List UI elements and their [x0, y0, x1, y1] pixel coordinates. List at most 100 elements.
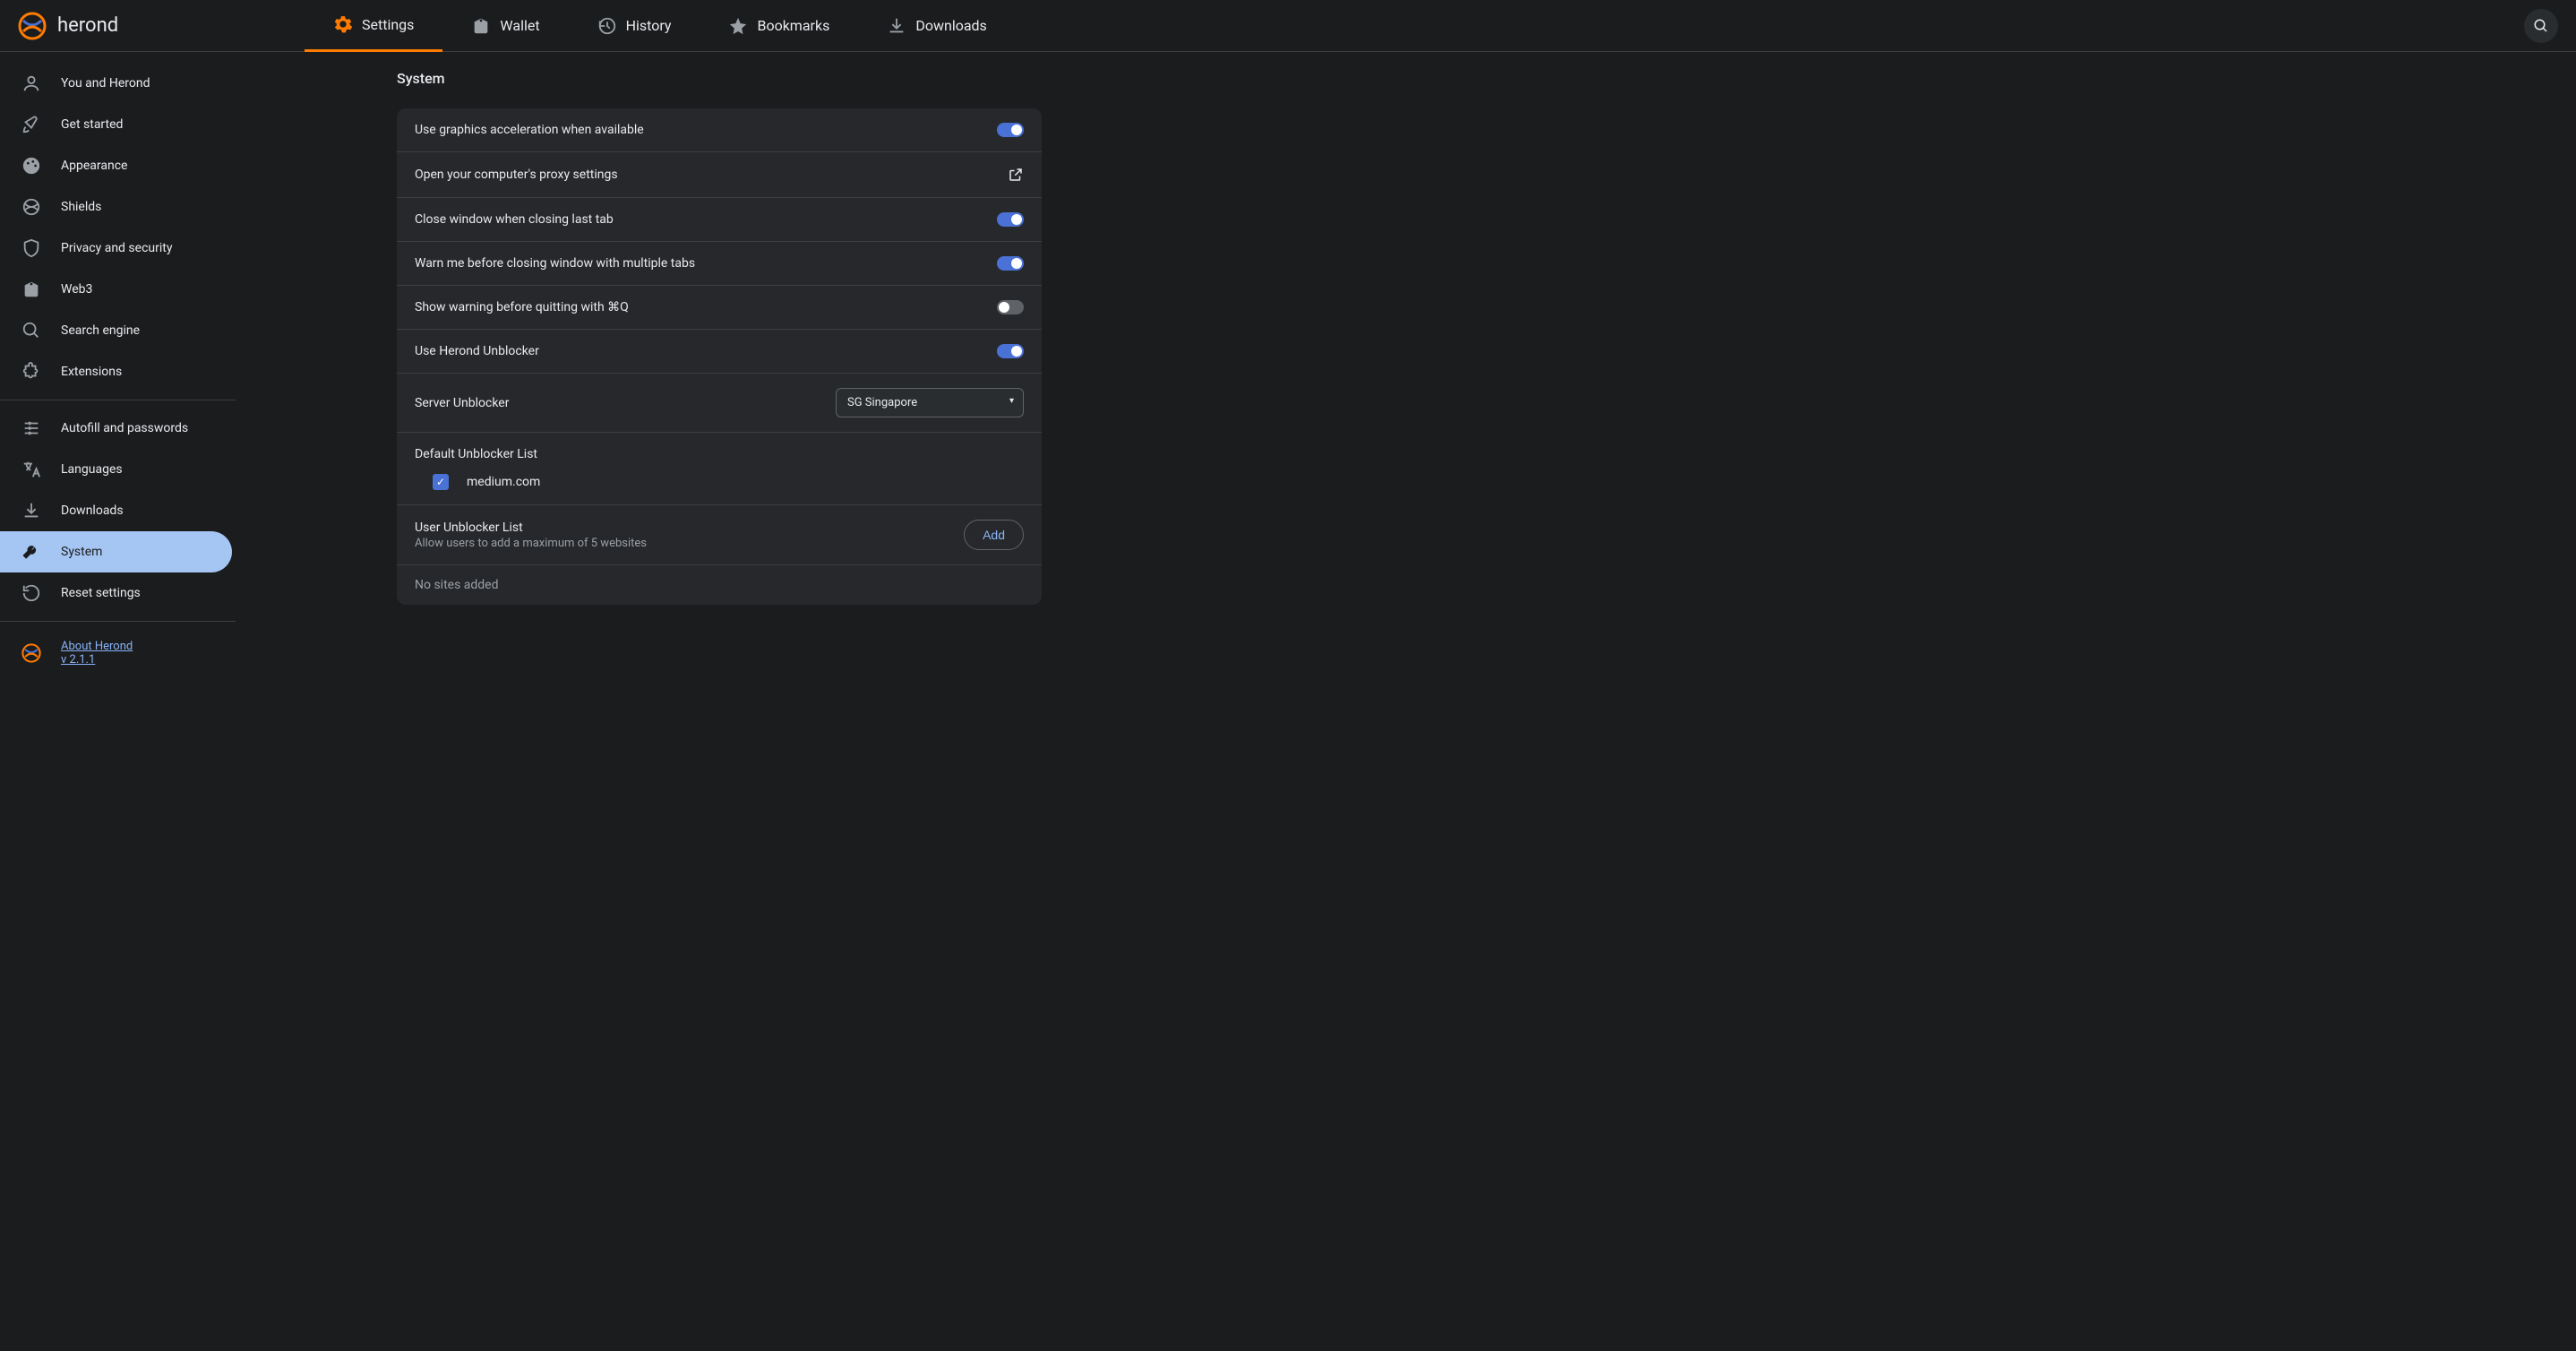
sidebar: You and Herond Get started Appearance Shiel… [0, 52, 236, 1351]
setting-label: Server Unblocker [415, 396, 509, 410]
about-link[interactable]: About Herond [61, 640, 133, 653]
extension-icon [21, 362, 41, 382]
search-icon [2533, 18, 2549, 34]
download-icon [21, 501, 41, 521]
sidebar-item-label: Reset settings [61, 586, 141, 600]
wallet-icon [471, 16, 491, 36]
toggle-knob [1011, 214, 1022, 225]
tab-label: Settings [362, 16, 414, 33]
wrench-icon [21, 542, 41, 562]
sidebar-item-label: Extensions [61, 365, 122, 379]
toggle[interactable] [997, 300, 1024, 314]
user-unblocker-subtitle: Allow users to add a maximum of 5 websit… [415, 537, 647, 550]
sidebar-about: About Herondv 2.1.1 [0, 629, 236, 677]
history-icon [597, 16, 617, 36]
setting-label: Use graphics acceleration when available [415, 123, 644, 137]
search-button[interactable] [2524, 9, 2558, 43]
sidebar-item-privacy-and-security[interactable]: Privacy and security [0, 228, 232, 269]
user-unblocker-header: User Unblocker List Allow users to add a … [397, 505, 1042, 565]
server-select[interactable]: SG Singapore [836, 388, 1024, 417]
toggle[interactable] [997, 212, 1024, 227]
sidebar-divider [0, 621, 236, 622]
version-link[interactable]: v 2.1.1 [61, 653, 133, 667]
tab-bookmarks[interactable]: Bookmarks [700, 0, 858, 52]
setting-row: Close window when closing last tab [397, 198, 1042, 242]
setting-label: Warn me before closing window with multi… [415, 256, 695, 271]
search-icon [21, 321, 41, 340]
sidebar-item-web3[interactable]: Web3 [0, 269, 232, 310]
autofill-icon [21, 418, 41, 438]
external-link-icon[interactable] [1008, 167, 1024, 183]
download-icon [887, 16, 906, 36]
sidebar-item-downloads[interactable]: Downloads [0, 490, 232, 531]
default-unblocker-section: Default Unblocker List ✓ medium.com [397, 433, 1042, 505]
header-tabs: Settings Wallet History Bookmarks Downloads [305, 0, 2524, 52]
setting-label: Close window when closing last tab [415, 212, 614, 227]
tab-downloads[interactable]: Downloads [858, 0, 1015, 52]
sidebar-item-you-and-herond[interactable]: You and Herond [0, 63, 232, 104]
sidebar-item-languages[interactable]: Languages [0, 449, 232, 490]
brand-name: herond [57, 14, 118, 37]
sidebar-item-autofill-and-passwords[interactable]: Autofill and passwords [0, 408, 232, 449]
sidebar-item-shields[interactable]: Shields [0, 186, 232, 228]
toggle-knob [1011, 346, 1022, 357]
gear-icon [333, 14, 353, 34]
settings-card: Use graphics acceleration when available… [397, 108, 1042, 605]
setting-row: Warn me before closing window with multi… [397, 242, 1042, 286]
sidebar-item-system[interactable]: System [0, 531, 232, 572]
wallet-icon [21, 280, 41, 299]
tab-label: History [626, 17, 672, 34]
tab-history[interactable]: History [569, 0, 700, 52]
toggle[interactable] [997, 123, 1024, 137]
logo-section: herond [18, 12, 305, 40]
unblocker-domain: medium.com [467, 475, 540, 489]
page-title: System [397, 70, 1042, 87]
toggle[interactable] [997, 344, 1024, 358]
tab-label: Downloads [915, 17, 986, 34]
setting-row: Use graphics acceleration when available [397, 108, 1042, 152]
sidebar-item-label: Appearance [61, 159, 127, 173]
sidebar-item-label: You and Herond [61, 76, 150, 90]
rocket-icon [21, 115, 41, 134]
toggle-knob [999, 302, 1009, 313]
user-unblocker-title: User Unblocker List [415, 521, 647, 535]
sidebar-item-label: Web3 [61, 282, 92, 297]
sidebar-item-extensions[interactable]: Extensions [0, 351, 232, 392]
checkbox[interactable]: ✓ [433, 474, 449, 490]
translate-icon [21, 460, 41, 479]
tab-label: Bookmarks [757, 17, 829, 34]
setting-label: Show warning before quitting with ⌘Q [415, 300, 629, 314]
setting-row: Show warning before quitting with ⌘Q [397, 286, 1042, 330]
herond-logo-icon [21, 643, 41, 663]
toggle-knob [1011, 125, 1022, 135]
tab-label: Wallet [500, 17, 539, 34]
sidebar-item-label: Languages [61, 462, 123, 477]
sidebar-item-search-engine[interactable]: Search engine [0, 310, 232, 351]
default-unblocker-title: Default Unblocker List [415, 447, 1024, 461]
unblocker-item: ✓ medium.com [415, 461, 1024, 490]
palette-icon [21, 156, 41, 176]
setting-label: Use Herond Unblocker [415, 344, 539, 358]
sidebar-item-label: System [61, 545, 102, 559]
sidebar-item-reset-settings[interactable]: Reset settings [0, 572, 232, 614]
tab-wallet[interactable]: Wallet [442, 0, 568, 52]
reset-icon [21, 583, 41, 603]
star-icon [728, 16, 748, 36]
sidebar-item-appearance[interactable]: Appearance [0, 145, 232, 186]
header: herond Settings Wallet History Bookmarks Dow… [0, 0, 2576, 52]
sidebar-item-get-started[interactable]: Get started [0, 104, 232, 145]
main: You and Herond Get started Appearance Shiel… [0, 52, 2576, 1351]
setting-row: Use Herond Unblocker [397, 330, 1042, 374]
sidebar-item-label: Shields [61, 200, 101, 214]
toggle-knob [1011, 258, 1022, 269]
setting-row: Server Unblocker SG Singapore [397, 374, 1042, 433]
person-icon [21, 73, 41, 93]
sidebar-item-label: Privacy and security [61, 241, 172, 255]
add-button[interactable]: Add [964, 520, 1024, 550]
setting-label: Open your computer's proxy settings [415, 168, 618, 182]
herond-shield-icon [21, 197, 41, 217]
tab-settings[interactable]: Settings [305, 0, 442, 52]
herond-logo-icon [18, 12, 47, 40]
toggle[interactable] [997, 256, 1024, 271]
no-sites-text: No sites added [397, 565, 1042, 605]
